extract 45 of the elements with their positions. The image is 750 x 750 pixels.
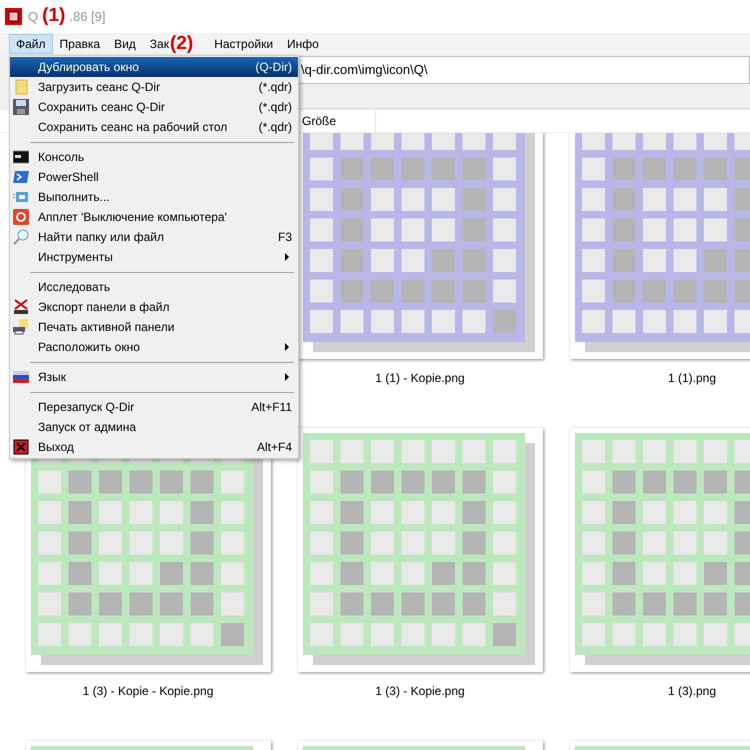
close-icon [13, 439, 29, 455]
menu-bar-item[interactable]: Правка [52, 34, 108, 54]
menu-item[interactable]: Консоль [10, 147, 298, 167]
folder-icon [13, 79, 29, 95]
export-icon [13, 299, 29, 315]
menu-item[interactable]: Язык [10, 367, 298, 387]
search-icon [13, 229, 29, 245]
menu-item[interactable]: Исследовать [10, 277, 298, 297]
powershell-icon [13, 169, 29, 185]
menu-item[interactable]: Дублировать окно (Q-Dir) [10, 57, 298, 77]
file-name: 1 (1).png [668, 370, 716, 387]
menu-item[interactable]: Сохранить сеанс Q-Dir (*.qdr) [10, 97, 298, 117]
menu-item[interactable]: Печать активной панели [10, 317, 298, 337]
menu-bar-item[interactable]: Настройки [207, 34, 280, 54]
menu-item[interactable]: Загрузить сеанс Q-Dir (*.qdr) [10, 77, 298, 97]
menu-item[interactable]: Экспорт панели в файл [10, 297, 298, 317]
file-name: 1 (3) - Kopie.png [375, 683, 465, 700]
menu-bar-item[interactable]: Инфо [280, 34, 326, 54]
menu-bar-item[interactable]: Вид [107, 34, 143, 54]
menu-item[interactable]: PowerShell [10, 167, 298, 187]
language-flag-icon [13, 369, 29, 385]
printer-icon [13, 319, 29, 335]
window-title: Q [28, 8, 38, 26]
menu-item[interactable]: Расположить окно [10, 337, 298, 357]
menu-item[interactable]: Инструменты [10, 247, 298, 267]
annotation-label: (2) [170, 34, 194, 53]
power-icon [13, 209, 29, 225]
app-logo-icon [5, 8, 22, 25]
menu-bar-item[interactable]: Файл [9, 34, 53, 54]
run-window-icon [13, 189, 29, 205]
console-icon [13, 149, 29, 165]
file-name: 1 (1) - Kopie.png [375, 370, 465, 387]
annotation-label: (1) [42, 4, 66, 28]
menu-item[interactable]: Выполнить... [10, 187, 298, 207]
menu-item[interactable]: Сохранить сеанс на рабочий стол (*.qdr) [10, 117, 298, 137]
menu-item[interactable]: Найти папку или файл F3 [10, 227, 298, 247]
menu-item[interactable]: Перезапуск Q-Dir Alt+F11 [10, 397, 298, 417]
menu-item[interactable]: Выход Alt+F4 [10, 437, 298, 457]
menu-item[interactable]: Апплет 'Выключение компьютера' [10, 207, 298, 227]
file-name: 1 (3).png [668, 683, 716, 700]
address-field[interactable]: \q-dir.com\img\icon\Q\ [298, 56, 750, 84]
menu-item[interactable]: Запуск от админа [10, 417, 298, 437]
menu-bar-item[interactable]: Зак [142, 34, 170, 54]
window-title: .86 [9] [69, 8, 106, 26]
file-name: 1 (3) - Kopie - Kopie.png [82, 683, 214, 700]
